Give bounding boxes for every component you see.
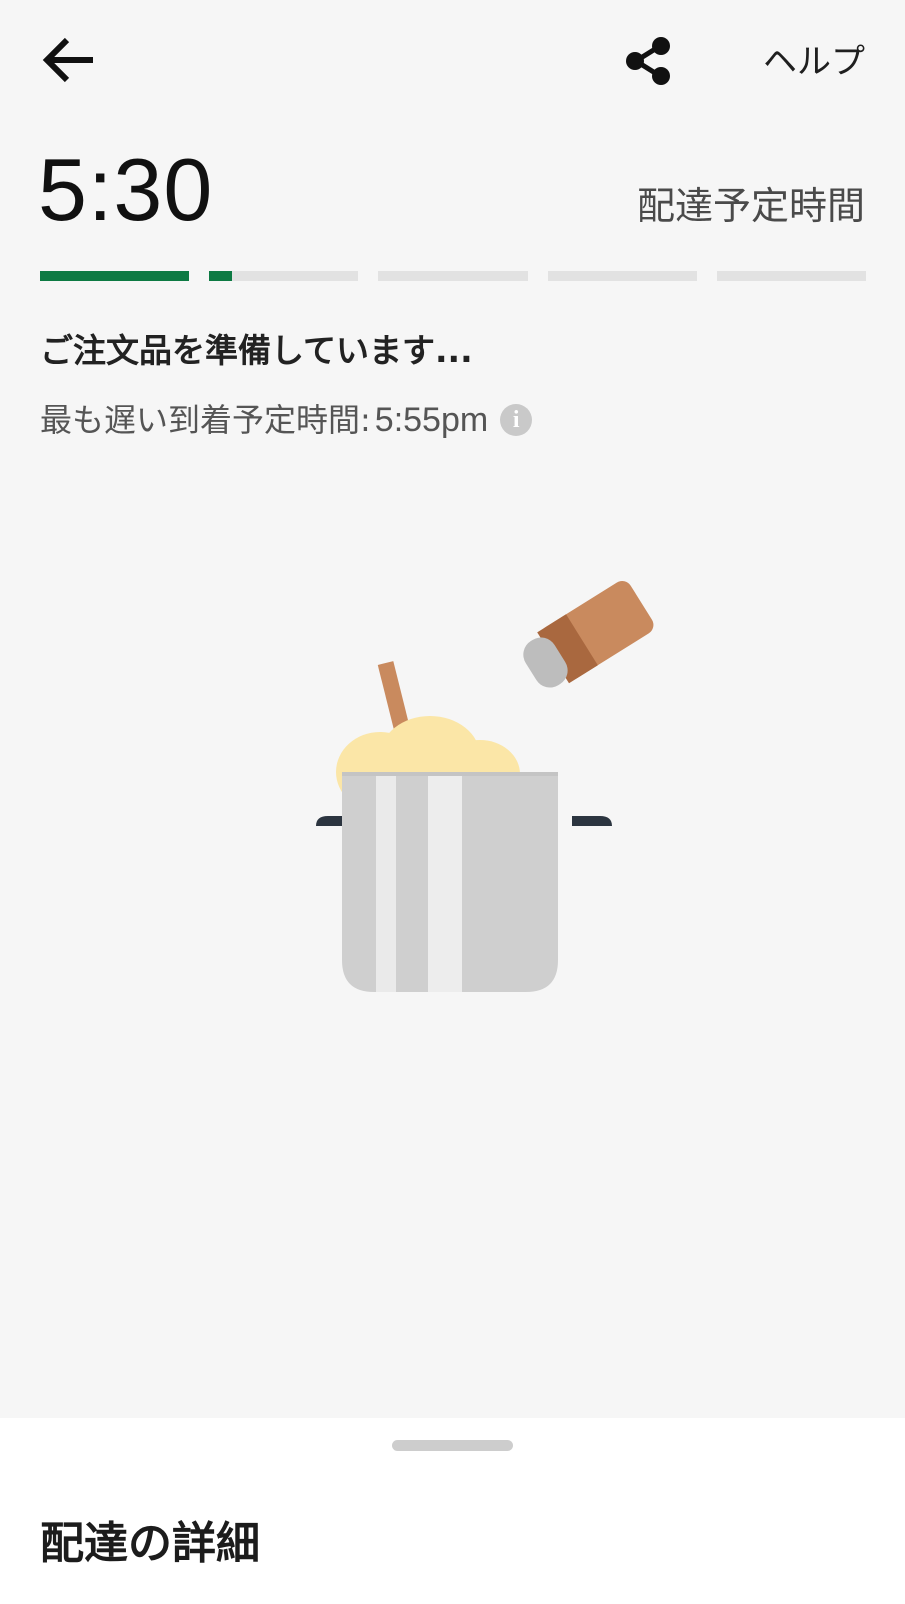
eta-time: 5:30 — [38, 140, 214, 239]
latest-arrival-label: 最も遅い到着予定時間: — [40, 401, 371, 439]
delivery-details-title: 配達の詳細 — [40, 1518, 260, 1569]
top-bar: ヘルプ — [0, 0, 905, 120]
latest-arrival-time: 5:55pm — [374, 401, 489, 439]
cooking-pot-illustration — [300, 560, 700, 1020]
back-button[interactable] — [38, 32, 100, 88]
progress-segment-fill — [40, 271, 190, 281]
progress-segment — [378, 271, 528, 281]
arrow-left-icon — [42, 37, 93, 83]
shaker-icon — [523, 580, 654, 688]
share-icon — [626, 37, 670, 85]
bottom-sheet: 配達の詳細 — [0, 1418, 905, 1604]
eta-label: 配達予定時間 — [636, 184, 865, 228]
info-icon[interactable]: i — [500, 404, 533, 436]
progress-segment — [547, 271, 697, 281]
sheet-drag-handle[interactable] — [392, 1440, 513, 1451]
progress-segment-fill — [209, 271, 232, 281]
help-link[interactable]: ヘルプ — [763, 38, 865, 86]
progress-segment — [716, 271, 867, 281]
progress-segment — [40, 271, 190, 281]
delivery-progress-bar — [40, 271, 867, 281]
share-button[interactable] — [620, 32, 678, 90]
progress-segment — [209, 271, 359, 281]
order-status-message: ご注文品を準備しています... — [40, 331, 473, 370]
latest-arrival-row: 最も遅い到着予定時間: 5:55pm i — [40, 397, 533, 443]
